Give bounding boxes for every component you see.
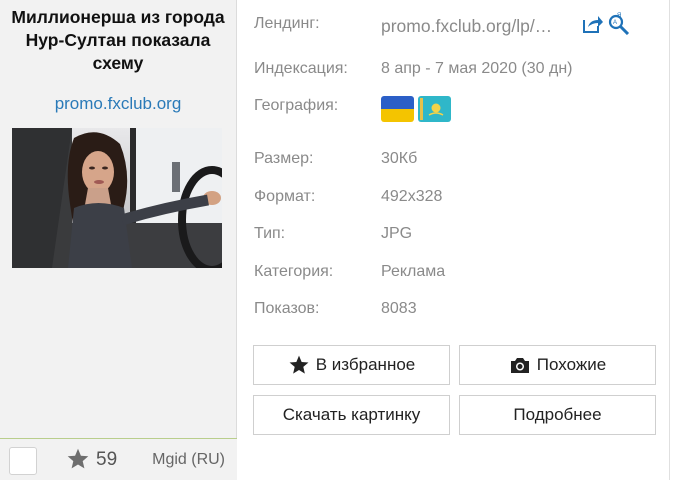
star-icon[interactable] bbox=[66, 447, 90, 471]
similar-button-label: Похожие bbox=[536, 355, 607, 374]
ad-title[interactable]: Миллионерша из города Нур-Султан показал… bbox=[10, 6, 226, 75]
ad-image-illustration bbox=[12, 128, 222, 268]
category-value: Реклама bbox=[381, 263, 446, 280]
ad-network: Mgid (RU) bbox=[152, 451, 225, 468]
geo-label: География: bbox=[254, 97, 339, 114]
ad-domain-link[interactable]: promo.fxclub.org bbox=[10, 94, 226, 114]
views-label: Показов: bbox=[254, 300, 320, 317]
more-details-button[interactable]: Подробнее bbox=[459, 395, 656, 435]
ad-card: Миллионерша из города Нур-Султан показал… bbox=[0, 0, 237, 480]
ad-card-footer: 59 Mgid (RU) bbox=[0, 438, 237, 480]
type-label: Тип: bbox=[254, 225, 286, 242]
indexing-value: 8 апр - 7 мая 2020 (30 дн) bbox=[381, 60, 573, 77]
details-panel: Лендинг: promo.fxclub.org/lp/… A Я Индек… bbox=[237, 0, 670, 480]
download-image-button[interactable]: Скачать картинку bbox=[253, 395, 450, 435]
size-label: Размер: bbox=[254, 150, 314, 167]
landing-link[interactable]: promo.fxclub.org/lp/… bbox=[381, 16, 577, 37]
type-value: JPG bbox=[381, 225, 413, 242]
ad-image[interactable] bbox=[12, 128, 222, 268]
star-icon bbox=[289, 355, 309, 374]
flag-kazakhstan-icon bbox=[418, 96, 451, 122]
flag-ukraine-icon bbox=[381, 96, 414, 122]
category-label: Категория: bbox=[254, 263, 334, 280]
format-value: 492x328 bbox=[381, 188, 443, 205]
views-value: 8083 bbox=[381, 300, 417, 317]
search-image-icon[interactable]: A Я bbox=[607, 11, 631, 35]
open-external-icon[interactable] bbox=[581, 14, 603, 34]
favorites-button-label: В избранное bbox=[315, 355, 416, 374]
select-checkbox[interactable] bbox=[9, 447, 37, 475]
svg-text:A: A bbox=[613, 20, 617, 26]
camera-icon bbox=[510, 358, 529, 373]
indexing-label: Индексация: bbox=[254, 60, 348, 77]
download-button-label: Скачать картинку bbox=[282, 405, 421, 424]
more-button-label: Подробнее bbox=[513, 405, 602, 424]
favorites-count: 59 bbox=[96, 449, 118, 470]
similar-images-button[interactable]: Похожие bbox=[459, 345, 656, 385]
size-value: 30Кб bbox=[381, 150, 418, 167]
add-to-favorites-button[interactable]: В избранное bbox=[253, 345, 450, 385]
landing-label: Лендинг: bbox=[254, 15, 320, 32]
format-label: Формат: bbox=[254, 188, 316, 205]
svg-text:Я: Я bbox=[617, 13, 621, 19]
